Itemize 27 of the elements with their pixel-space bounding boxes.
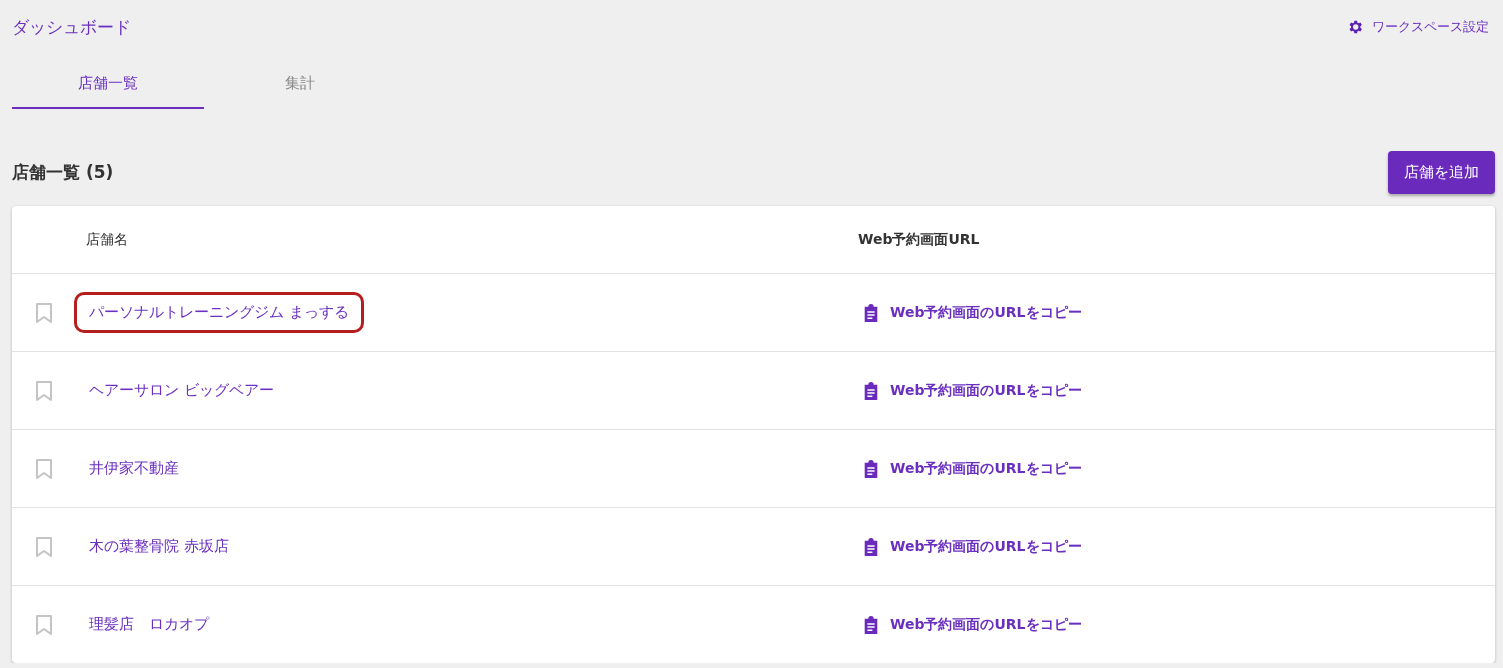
column-header: Web予約画面URL xyxy=(858,230,981,249)
add-store-button[interactable]: 店舗を追加 xyxy=(1388,151,1495,194)
bookmark-icon[interactable] xyxy=(34,535,54,558)
tab[interactable]: 店舗一覧 xyxy=(12,60,204,109)
copy-url-link[interactable]: Web予約画面のURLをコピー xyxy=(862,459,1082,478)
page-title: ダッシュボード xyxy=(12,15,131,39)
bookmark-icon[interactable] xyxy=(34,457,54,480)
workspace-settings-link[interactable]: ワークスペース設定 xyxy=(1346,18,1489,36)
bookmark-icon[interactable] xyxy=(34,613,54,636)
copy-url-link[interactable]: Web予約画面のURLをコピー xyxy=(862,615,1082,634)
clipboard-icon xyxy=(862,303,880,322)
copy-url-link[interactable]: Web予約画面のURLをコピー xyxy=(862,537,1082,556)
clipboard-icon xyxy=(862,459,880,478)
store-name-link[interactable]: ヘアーサロン ビッグベアー xyxy=(74,370,289,411)
bookmark-icon[interactable] xyxy=(34,301,54,324)
store-name-link[interactable]: パーソナルトレーニングジム まっする xyxy=(74,292,364,333)
store-name-link[interactable]: 木の葉整骨院 赤坂店 xyxy=(74,526,244,567)
clipboard-icon xyxy=(862,615,880,634)
bookmark-icon[interactable] xyxy=(34,379,54,402)
store-name-link[interactable]: 井伊家不動産 xyxy=(74,448,194,489)
copy-url-link[interactable]: Web予約画面のURLをコピー xyxy=(862,303,1082,322)
clipboard-icon xyxy=(862,381,880,400)
section-title: 店舗一覧 (5) xyxy=(12,161,114,184)
copy-url-link[interactable]: Web予約画面のURLをコピー xyxy=(862,381,1082,400)
store-name-link[interactable]: 理髪店 ロカオプ xyxy=(74,604,224,645)
clipboard-icon xyxy=(862,537,880,556)
column-header: 店舗名 xyxy=(86,230,129,249)
